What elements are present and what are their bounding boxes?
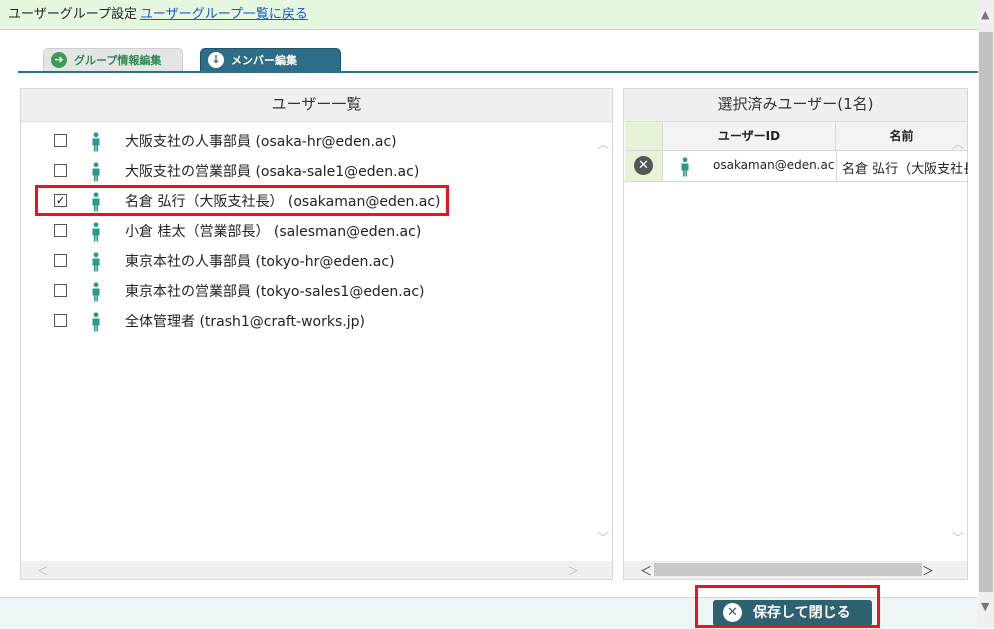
tab-label: メンバー編集 bbox=[231, 54, 297, 67]
horizontal-scrollbar[interactable]: ＜ ＞ bbox=[624, 561, 967, 579]
header-action-cell bbox=[625, 122, 663, 150]
person-icon bbox=[680, 157, 690, 181]
tab-underline bbox=[18, 71, 978, 73]
selected-users-title: 選択済みユーザー(1名) bbox=[624, 89, 967, 122]
page-title: ユーザーグループ設定 bbox=[8, 7, 137, 22]
horizontal-scrollbar[interactable]: ＜ ＞ bbox=[21, 561, 612, 579]
selected-users-panel: 選択済みユーザー(1名) ユーザーID 名前 ✕ osakaman@eden.a… bbox=[623, 88, 968, 580]
scroll-left-icon[interactable]: ＜ bbox=[37, 562, 49, 579]
person-icon bbox=[91, 132, 101, 156]
selected-users-header-row: ユーザーID 名前 bbox=[625, 122, 967, 151]
tab-member-edit[interactable]: ↓ メンバー編集 bbox=[200, 48, 341, 71]
user-label: 小倉 桂太（営業部長） (salesman@eden.ac) bbox=[125, 224, 422, 240]
scroll-up-icon[interactable]: ︿ bbox=[952, 135, 964, 152]
scroll-left-icon[interactable]: ＜ bbox=[640, 562, 652, 579]
user-checkbox[interactable] bbox=[54, 314, 67, 327]
scroll-down-icon[interactable]: ▼ bbox=[981, 600, 989, 613]
column-header-name[interactable]: 名前 bbox=[836, 122, 967, 150]
row-action-cell: ✕ bbox=[625, 151, 663, 181]
person-icon bbox=[91, 252, 101, 276]
tab-group-info-edit[interactable]: ➔ グループ情報編集 bbox=[43, 48, 183, 71]
list-item[interactable]: 東京本社の営業部員 (tokyo-sales1@eden.ac) bbox=[21, 276, 581, 306]
table-row: ✕ osakaman@eden.ac 名倉 弘行（大阪支社長） bbox=[625, 151, 968, 182]
tab-label: グループ情報編集 bbox=[74, 54, 162, 67]
user-checkbox[interactable] bbox=[54, 224, 67, 237]
header-bar: ユーザーグループ設定 ユーザーグループ一覧に戻る bbox=[0, 0, 978, 30]
user-list-title: ユーザー一覧 bbox=[21, 89, 612, 122]
highlight-box-save-button bbox=[695, 585, 880, 628]
person-icon bbox=[91, 282, 101, 306]
user-id-cell: osakaman@eden.ac bbox=[713, 158, 835, 172]
list-item[interactable]: 全体管理者 (trash1@craft-works.jp) bbox=[21, 306, 581, 336]
scroll-right-icon[interactable]: ＞ bbox=[922, 562, 934, 579]
user-label: 大阪支社の人事部員 (osaka-hr@eden.ac) bbox=[125, 134, 397, 150]
list-item[interactable]: 東京本社の人事部員 (tokyo-hr@eden.ac) bbox=[21, 246, 581, 276]
user-name: 名倉 弘行（大阪支社長） bbox=[842, 162, 968, 177]
arrow-right-icon: ➔ bbox=[51, 52, 67, 68]
column-header-user-id[interactable]: ユーザーID bbox=[663, 122, 836, 150]
arrow-down-icon: ↓ bbox=[208, 52, 224, 68]
scroll-down-icon[interactable]: ﹀ bbox=[597, 529, 609, 546]
list-item[interactable]: 大阪支社の人事部員 (osaka-hr@eden.ac) bbox=[21, 126, 581, 156]
list-item[interactable]: 小倉 桂太（営業部長） (salesman@eden.ac) bbox=[21, 216, 581, 246]
scroll-up-icon[interactable]: ︿ bbox=[597, 135, 609, 152]
name-cell: 名倉 弘行（大阪支社長） bbox=[836, 151, 968, 181]
remove-user-icon[interactable]: ✕ bbox=[634, 156, 653, 175]
person-icon bbox=[91, 222, 101, 246]
back-to-group-list-link[interactable]: ユーザーグループ一覧に戻る bbox=[140, 7, 308, 22]
person-icon bbox=[91, 312, 101, 336]
list-item[interactable]: 大阪支社の営業部員 (osaka-sale1@eden.ac) bbox=[21, 156, 581, 186]
user-checkbox[interactable] bbox=[54, 284, 67, 297]
person-icon bbox=[91, 162, 101, 186]
user-label: 東京本社の営業部員 (tokyo-sales1@eden.ac) bbox=[125, 284, 425, 300]
user-list-panel: ユーザー一覧 大阪支社の人事部員 (osaka-hr@eden.ac) 大阪支社の… bbox=[20, 88, 613, 580]
scroll-down-icon[interactable]: ﹀ bbox=[952, 529, 964, 546]
scroll-up-icon[interactable]: ▲ bbox=[981, 8, 989, 21]
user-label: 東京本社の人事部員 (tokyo-hr@eden.ac) bbox=[125, 254, 395, 270]
user-label: 全体管理者 (trash1@craft-works.jp) bbox=[125, 314, 365, 330]
user-label: 大阪支社の営業部員 (osaka-sale1@eden.ac) bbox=[125, 164, 420, 180]
scrollbar-thumb[interactable] bbox=[654, 563, 922, 576]
scroll-right-icon[interactable]: ＞ bbox=[567, 562, 579, 579]
scrollbar-thumb[interactable] bbox=[979, 32, 993, 592]
user-checkbox[interactable] bbox=[54, 254, 67, 267]
user-checkbox[interactable] bbox=[54, 134, 67, 147]
highlight-box-checked-user bbox=[35, 185, 449, 216]
tab-bar: ➔ グループ情報編集 ↓ メンバー編集 bbox=[0, 46, 978, 73]
user-checkbox[interactable] bbox=[54, 164, 67, 177]
page-scrollbar[interactable]: ▲ ▼ bbox=[978, 0, 994, 628]
